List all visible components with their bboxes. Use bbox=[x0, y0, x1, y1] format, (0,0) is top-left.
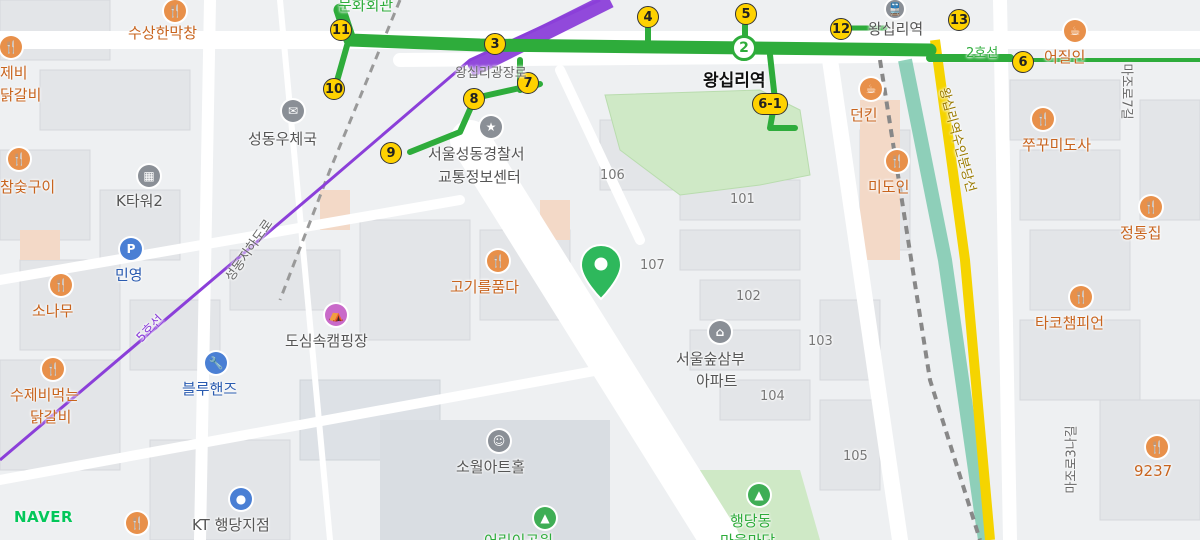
poi-eojilin[interactable]: 어질인 bbox=[1044, 46, 1085, 67]
building-number: 104 bbox=[760, 389, 785, 404]
restaurant-icon: 🍴 bbox=[42, 358, 64, 380]
restaurant-icon: 🍴 bbox=[1140, 196, 1162, 218]
building-number: 105 bbox=[843, 449, 868, 464]
exit-10-number: 10 bbox=[324, 81, 344, 97]
restaurant-icon: 🍴 bbox=[1146, 436, 1168, 458]
poi-sang-hanmakchang[interactable]: 수상한막창 bbox=[128, 22, 197, 43]
parking-icon[interactable]: P bbox=[120, 238, 142, 260]
parking-symbol: P bbox=[126, 242, 136, 256]
exit-11-number: 11 bbox=[331, 22, 351, 38]
cafe-icon: ☕ bbox=[860, 78, 882, 100]
line2-badge-number: 2 bbox=[739, 40, 749, 56]
repair-icon: 🔧 bbox=[205, 352, 227, 374]
poi-jebi-line2[interactable]: 닭갈비 bbox=[0, 84, 41, 105]
exit-4-badge[interactable]: 4 bbox=[637, 6, 659, 28]
police-icon: ★ bbox=[480, 116, 502, 138]
train-icon: 🚆 bbox=[886, 0, 904, 18]
restaurant-icon: 🍴 bbox=[487, 250, 509, 272]
poi-jeongtongjip[interactable]: 정통집 bbox=[1120, 222, 1161, 243]
building-number: 107 bbox=[640, 258, 665, 273]
poi-k-tower[interactable]: K타워2 bbox=[116, 190, 163, 211]
exit-6-1-badge[interactable]: 6-1 bbox=[752, 93, 788, 115]
exit-9-number: 9 bbox=[386, 145, 396, 161]
poi-haengdang-line2[interactable]: 마을마당 bbox=[720, 530, 775, 540]
exit-13-badge[interactable]: 13 bbox=[948, 9, 970, 31]
poi-apt-line2[interactable]: 아파트 bbox=[696, 370, 737, 391]
building-number: 106 bbox=[600, 168, 625, 183]
exit-6-number: 6 bbox=[1018, 54, 1028, 70]
exit-11-badge[interactable]: 11 bbox=[330, 19, 352, 41]
poi-jebi-line1[interactable]: 제비 bbox=[0, 62, 28, 83]
building-number: 101 bbox=[730, 192, 755, 207]
park-icon: ▲ bbox=[748, 484, 770, 506]
exit-10-badge[interactable]: 10 bbox=[323, 78, 345, 100]
station-name-label[interactable]: 왕십리역 bbox=[703, 66, 766, 91]
poi-post-office[interactable]: 성동우체국 bbox=[248, 128, 317, 149]
building-number: 103 bbox=[808, 334, 833, 349]
poi-kt-branch[interactable]: KT 행당지점 bbox=[192, 514, 270, 535]
poi-camping[interactable]: 도심속캠핑장 bbox=[285, 330, 368, 351]
exit-12-number: 12 bbox=[831, 21, 851, 37]
exit-5-badge[interactable]: 5 bbox=[735, 3, 757, 25]
line2-label: 2호선 bbox=[966, 46, 999, 61]
exit-8-badge[interactable]: 8 bbox=[463, 88, 485, 110]
poi-9237[interactable]: 9237 bbox=[1134, 462, 1172, 480]
poi-sonamu[interactable]: 소나무 bbox=[32, 300, 73, 321]
poi-gogi-pumda[interactable]: 고기를품다 bbox=[450, 276, 519, 297]
building-number: 102 bbox=[736, 289, 761, 304]
poi-sowol-art-hall[interactable]: 소월아트홀 bbox=[456, 456, 525, 477]
telecom-icon: ● bbox=[230, 488, 252, 510]
exit-12-badge[interactable]: 12 bbox=[830, 18, 852, 40]
exit-5-number: 5 bbox=[741, 6, 751, 22]
poi-apt-line1[interactable]: 서울숲삼부 bbox=[676, 348, 745, 369]
exit-6-badge[interactable]: 6 bbox=[1012, 51, 1034, 73]
apartment-icon: ⌂ bbox=[709, 321, 731, 343]
poi-police-line2[interactable]: 교통정보센터 bbox=[438, 166, 521, 187]
poi-dak-line1[interactable]: 수제비먹는 bbox=[10, 384, 79, 405]
poi-blue-hands[interactable]: 블루핸즈 bbox=[182, 378, 237, 399]
restaurant-icon: 🍴 bbox=[50, 274, 72, 296]
map-canvas[interactable]: 2 왕십리역 왕십리역 🚆 2호선 5호선 3 4 5 6 6-1 7 8 9 … bbox=[0, 0, 1200, 540]
line2-station-badge[interactable]: 2 bbox=[731, 35, 757, 61]
mail-icon: ✉ bbox=[282, 100, 304, 122]
camping-icon: ⛺ bbox=[325, 304, 347, 326]
restaurant-icon: 🍴 bbox=[1032, 108, 1054, 130]
theater-icon: ☺ bbox=[488, 430, 510, 452]
exit-4-number: 4 bbox=[643, 9, 653, 25]
restaurant-icon: 🍴 bbox=[164, 0, 186, 22]
exit-13-number: 13 bbox=[949, 12, 969, 28]
road-label-majoro3nagil: 마조로3나길 bbox=[1064, 425, 1080, 494]
poi-police-line1[interactable]: 서울성동경찰서 bbox=[428, 143, 525, 164]
cafe-icon: ☕ bbox=[1064, 20, 1086, 42]
poi-munhwa-hall[interactable]: 문화회관 bbox=[338, 0, 393, 15]
road-label-majoro7gil: 마조로7길 bbox=[1118, 63, 1134, 120]
poi-jjukkumi[interactable]: 쭈꾸미도사 bbox=[1022, 134, 1091, 155]
restaurant-icon: 🍴 bbox=[886, 150, 908, 172]
location-pin-icon[interactable] bbox=[578, 243, 624, 301]
exit-8-number: 8 bbox=[469, 91, 479, 107]
park-icon: ▲ bbox=[534, 507, 556, 529]
restaurant-icon: 🍴 bbox=[126, 512, 148, 534]
exit-3-badge[interactable]: 3 bbox=[484, 33, 506, 55]
exit-6-1-number: 6-1 bbox=[758, 96, 782, 112]
poi-dak-line2[interactable]: 닭갈비 bbox=[30, 406, 71, 427]
building-icon: ▦ bbox=[138, 165, 160, 187]
restaurant-icon: 🍴 bbox=[8, 148, 30, 170]
exit-9-badge[interactable]: 9 bbox=[380, 142, 402, 164]
poi-midoin[interactable]: 미도인 bbox=[868, 176, 909, 197]
restaurant-icon: 🍴 bbox=[1070, 286, 1092, 308]
road-label-wangsimni-gwangjangro: 왕십리광장로 bbox=[455, 66, 527, 81]
exit-3-number: 3 bbox=[490, 36, 500, 52]
poi-haengdang-line1[interactable]: 행당동 bbox=[730, 510, 771, 531]
poi-dunkin[interactable]: 던킨 bbox=[850, 104, 878, 125]
poi-taco[interactable]: 타코챔피언 bbox=[1035, 312, 1104, 333]
poi-minyoung[interactable]: 민영 bbox=[115, 264, 143, 285]
station-small-label[interactable]: 왕십리역 bbox=[868, 18, 923, 39]
poi-charcoal[interactable]: 참숯구이 bbox=[0, 176, 55, 197]
naver-logo: NAVER bbox=[14, 508, 74, 526]
restaurant-icon: 🍴 bbox=[0, 36, 22, 58]
poi-bottom-park[interactable]: 어린이공원 bbox=[484, 530, 553, 540]
